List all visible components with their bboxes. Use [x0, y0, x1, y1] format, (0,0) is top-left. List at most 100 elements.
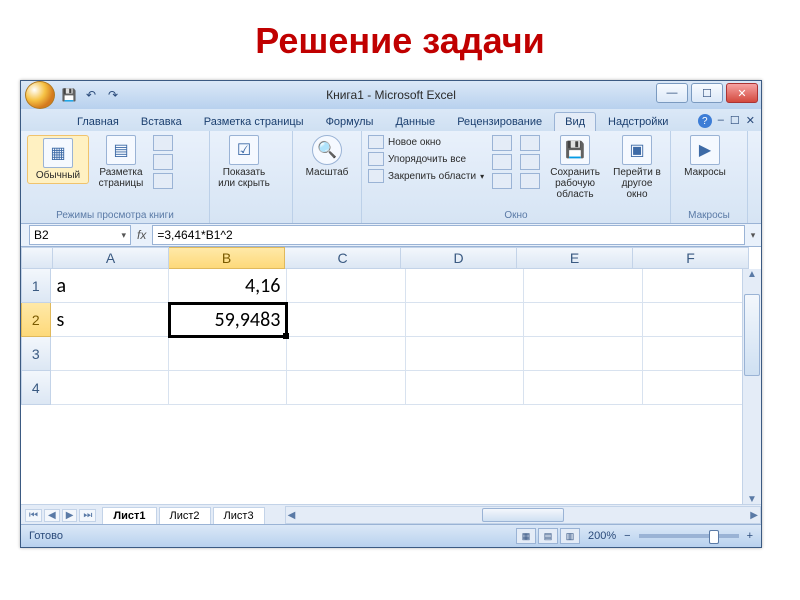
cell-b1[interactable]: 4,16 [169, 269, 287, 303]
column-header-f[interactable]: F [633, 247, 749, 269]
column-header-d[interactable]: D [401, 247, 517, 269]
scroll-left-icon[interactable]: ◀ [288, 510, 296, 521]
cell-c4[interactable] [287, 371, 405, 405]
sheet-tab-3[interactable]: Лист3 [213, 507, 265, 524]
column-header-e[interactable]: E [517, 247, 633, 269]
vertical-scrollbar[interactable]: ▲ ▼ [742, 269, 761, 505]
cell-c3[interactable] [287, 337, 405, 371]
arrange-all-button[interactable]: Упорядочить все [368, 152, 484, 166]
normal-view-small-icon[interactable]: ▦ [516, 528, 536, 544]
cell-e1[interactable] [524, 269, 642, 303]
fullscreen-icon[interactable] [153, 173, 173, 189]
scroll-right-icon[interactable]: ▶ [750, 510, 758, 521]
slide-title: Решение задачи [0, 0, 800, 72]
prev-sheet-icon[interactable]: ◀ [44, 509, 60, 522]
expand-formula-bar-icon[interactable]: ▾ [745, 230, 761, 241]
new-window-button[interactable]: Новое окно [368, 135, 484, 149]
custom-views-icon[interactable] [153, 154, 173, 170]
side-by-side-icon[interactable] [520, 135, 540, 151]
zoom-slider[interactable] [639, 534, 739, 538]
next-sheet-icon[interactable]: ▶ [62, 509, 78, 522]
cell-d1[interactable] [406, 269, 524, 303]
column-header-a[interactable]: A [53, 247, 169, 269]
horizontal-scroll-thumb[interactable] [482, 508, 564, 522]
freeze-panes-button[interactable]: Закрепить области ▾ [368, 169, 484, 183]
close-button[interactable]: ✕ [726, 83, 758, 103]
chevron-down-icon[interactable]: ▾ [121, 230, 126, 241]
last-sheet-icon[interactable]: ⏭ [79, 509, 96, 522]
page-layout-small-icon[interactable]: ▤ [538, 528, 558, 544]
zoom-slider-knob[interactable] [709, 530, 719, 544]
minimize-ribbon-icon[interactable]: – [718, 114, 724, 128]
normal-view-button[interactable]: ▦ Обычный [27, 135, 89, 184]
hide-icon[interactable] [492, 154, 512, 170]
cell-a2[interactable]: s [51, 303, 169, 337]
select-all-corner[interactable] [21, 247, 53, 269]
cell-e4[interactable] [524, 371, 642, 405]
undo-icon[interactable]: ↶ [83, 87, 99, 103]
new-window-icon [368, 135, 384, 149]
tab-home[interactable]: Главная [67, 113, 129, 131]
sheet-tab-1[interactable]: Лист1 [102, 507, 156, 524]
save-icon[interactable]: 💾 [61, 87, 77, 103]
scroll-up-icon[interactable]: ▲ [747, 269, 757, 280]
cell-c2[interactable] [287, 303, 405, 337]
horizontal-scrollbar[interactable]: ◀ ▶ [285, 506, 761, 524]
row-header-2[interactable]: 2 [21, 303, 51, 337]
office-button[interactable] [25, 81, 55, 109]
restore-ribbon-icon[interactable]: ☐ [730, 114, 740, 128]
macros-button[interactable]: ▶ Макросы [677, 135, 733, 178]
cell-b2[interactable]: 59,9483 [169, 303, 287, 337]
column-header-c[interactable]: C [285, 247, 401, 269]
cell-a4[interactable] [51, 371, 169, 405]
tab-review[interactable]: Рецензирование [447, 113, 552, 131]
vertical-scroll-thumb[interactable] [744, 294, 760, 376]
name-box[interactable]: B2 ▾ [29, 225, 131, 245]
save-workspace-button[interactable]: 💾 Сохранить рабочую область [548, 135, 602, 200]
sheet-tab-2[interactable]: Лист2 [159, 507, 211, 524]
tab-insert[interactable]: Вставка [131, 113, 192, 131]
zoom-button[interactable]: 🔍 Масштаб [299, 135, 355, 178]
split-icon[interactable] [492, 135, 512, 151]
unhide-icon[interactable] [492, 173, 512, 189]
redo-icon[interactable]: ↷ [105, 87, 121, 103]
switch-window-button[interactable]: ▣ Перейти в другое окно [610, 135, 664, 200]
tab-view[interactable]: Вид [554, 112, 596, 131]
help-icon[interactable]: ? [698, 114, 712, 128]
cell-d3[interactable] [406, 337, 524, 371]
row-header-1[interactable]: 1 [21, 269, 51, 303]
fx-button[interactable]: fx [137, 228, 146, 242]
page-break-buttons [153, 135, 173, 189]
tab-page-layout[interactable]: Разметка страницы [194, 113, 314, 131]
page-break-preview-icon[interactable] [153, 135, 173, 151]
sync-scroll-icon[interactable] [520, 154, 540, 170]
cell-e2[interactable] [524, 303, 642, 337]
maximize-button[interactable]: ☐ [691, 83, 723, 103]
page-break-small-icon[interactable]: ▥ [560, 528, 580, 544]
first-sheet-icon[interactable]: ⏮ [25, 509, 42, 522]
reset-position-icon[interactable] [520, 173, 540, 189]
cell-d2[interactable] [406, 303, 524, 337]
cell-a1[interactable]: a [51, 269, 169, 303]
cell-e3[interactable] [524, 337, 642, 371]
show-hide-button[interactable]: ☑ Показать или скрыть [216, 135, 272, 189]
minimize-button[interactable]: — [656, 83, 688, 103]
formula-input[interactable]: =3,4641*B1^2 [152, 225, 745, 245]
zoom-out-icon[interactable]: − [624, 530, 630, 542]
zoom-in-icon[interactable]: + [747, 530, 753, 542]
cell-b3[interactable] [169, 337, 287, 371]
page-layout-label: Разметка страницы [99, 167, 144, 189]
column-header-b[interactable]: B [169, 247, 285, 269]
row-header-3[interactable]: 3 [21, 337, 51, 371]
close-workbook-icon[interactable]: ✕ [746, 114, 755, 128]
cell-d4[interactable] [406, 371, 524, 405]
cell-c1[interactable] [287, 269, 405, 303]
zoom-percent[interactable]: 200% [588, 530, 616, 542]
page-layout-button[interactable]: ▤ Разметка страницы [93, 135, 149, 189]
row-header-4[interactable]: 4 [21, 371, 51, 405]
cell-b4[interactable] [169, 371, 287, 405]
tab-formulas[interactable]: Формулы [316, 113, 384, 131]
tab-addins[interactable]: Надстройки [598, 113, 678, 131]
tab-data[interactable]: Данные [385, 113, 445, 131]
cell-a3[interactable] [51, 337, 169, 371]
